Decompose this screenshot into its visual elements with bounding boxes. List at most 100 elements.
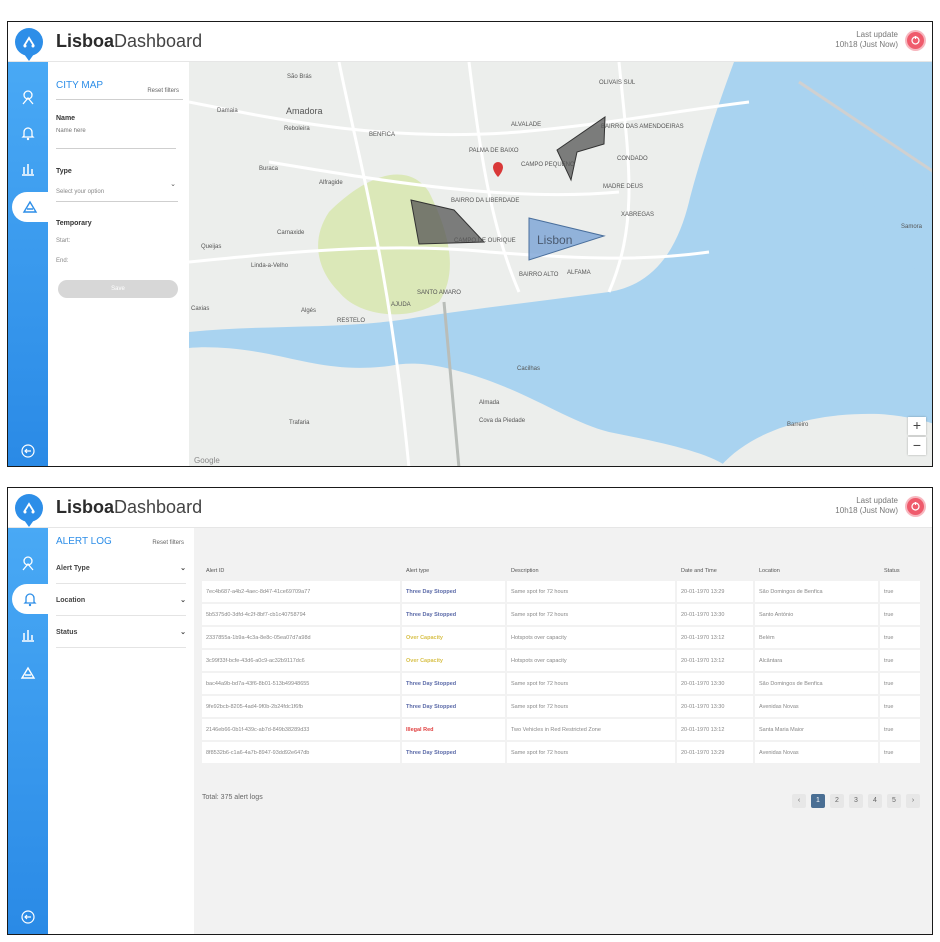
map-label: MADRE DEUS [603, 184, 644, 190]
page-button[interactable]: 5 [887, 794, 901, 808]
filter-location[interactable]: Location ⌄ [56, 586, 186, 616]
nav-stats-icon[interactable] [8, 154, 48, 184]
reset-filters-link[interactable]: Reset filters [152, 540, 184, 546]
filter-status[interactable]: Status ⌄ [56, 618, 186, 648]
table-row[interactable]: 2146eb66-0b1f-439c-ab7d-849b38289d33 Ille… [202, 719, 922, 740]
alert-type-cell: Three Day Stopped [402, 696, 507, 717]
description-cell: Same spot for 72 hours [507, 696, 677, 717]
logo-icon[interactable] [15, 494, 43, 527]
page-button[interactable]: 1 [811, 794, 825, 808]
table-row[interactable]: 7ec4b687-a4b2-4aec-8d47-41ce69709a77 Thre… [202, 581, 922, 602]
filter-alert-type[interactable]: Alert Type ⌄ [56, 554, 186, 584]
city-map-filters: CITY MAP Reset filters Name Type Select … [48, 62, 189, 466]
alert-id-cell: 5b5375d0-3dfd-4c2f-8bf7-cb1c40758794 [202, 604, 402, 625]
end-label: End: [56, 258, 69, 264]
datetime-cell: 20-01-1970 13:30 [677, 604, 755, 625]
table-row[interactable]: 9fe92bcb-8205-4ad4-9f0b-2b24fdc1f6fb Thre… [202, 696, 922, 717]
alert-status-icon[interactable] [907, 32, 924, 49]
column-header: Alert type [406, 568, 430, 574]
status-cell: true [880, 581, 922, 602]
map-label: Amadora [286, 106, 323, 116]
panel-title: CITY MAP [56, 80, 104, 91]
type-select[interactable]: Select your option ⌄ [56, 180, 178, 202]
table-row[interactable]: 3c99f33f-bcfe-43d6-a0c9-ac32b9117dc6 Over… [202, 650, 922, 671]
map-label: BENFICA [369, 132, 396, 138]
map-label: BAIRRO ALTO [519, 272, 559, 278]
alert-id-cell: bac44a9b-bd7a-43f6-8b01-513b49948655 [202, 673, 402, 694]
logout-icon[interactable] [8, 436, 48, 466]
filter-label: Location [56, 597, 86, 604]
table-row[interactable]: 8f8532b6-c1a6-4a7b-8947-93dd92e647db Thre… [202, 742, 922, 763]
map-label: RESTELO [337, 318, 366, 324]
save-button[interactable]: Save [58, 280, 178, 298]
map-label: Trafaria [289, 420, 310, 426]
map-label: Queijas [201, 244, 222, 250]
map-label: Cova da Piedade [479, 418, 526, 424]
column-header: Location [759, 568, 780, 574]
alert-type-cell: Three Day Stopped [402, 742, 507, 763]
prev-page-button[interactable]: ‹ [792, 794, 806, 808]
logout-icon[interactable] [8, 902, 48, 932]
nav-hotspots-icon[interactable] [8, 82, 48, 112]
column-header: Status [884, 568, 900, 574]
nav-map-icon[interactable] [8, 658, 48, 688]
map-label: Caxias [191, 306, 210, 312]
start-label: Start: [56, 238, 71, 244]
alert-id-cell: 2337855a-1b9a-4c3a-8e8c-05ea07d7a98d [202, 627, 402, 648]
map-label: Cacilhas [517, 366, 541, 372]
location-cell: São Domingos de Benfica [755, 581, 880, 602]
status-cell: true [880, 604, 922, 625]
nav-alerts-icon[interactable] [8, 118, 48, 148]
map-label: CAMPO PEQUENO [521, 162, 575, 168]
nav-map-icon[interactable] [12, 192, 48, 222]
datetime-cell: 20-01-1970 13:29 [677, 581, 755, 602]
map-label: Almada [479, 400, 500, 406]
nav-stats-icon[interactable] [8, 620, 48, 650]
nav-hotspots-icon[interactable] [8, 548, 48, 578]
last-update: Last update 10h18 (Just Now) [835, 30, 898, 50]
chevron-down-icon: ⌄ [180, 629, 186, 636]
map-attribution: Google [194, 456, 220, 465]
map-label: São Brás [287, 74, 312, 80]
last-update-value: 10h18 (Just Now) [835, 40, 898, 49]
city-map[interactable]: Lisbon Amadora Reboleira BENFICA Damaia … [189, 62, 932, 466]
city-map-screen: LisboaDashboard Last update 10h18 (Just … [7, 21, 933, 467]
page-button[interactable]: 4 [868, 794, 882, 808]
map-label: CONDADO [617, 156, 648, 162]
map-label: Linda-a-Velho [251, 263, 289, 269]
alerts-table: Alert ID Alert type Description Date and… [202, 566, 922, 765]
map-label: ALVALADE [511, 122, 542, 128]
alert-type-cell: Over Capacity [402, 650, 507, 671]
reset-filters-link[interactable]: Reset filters [147, 88, 179, 94]
location-cell: São Domingos de Benfica [755, 673, 880, 694]
alert-type-cell: Three Day Stopped [402, 581, 507, 602]
table-row[interactable]: 5b5375d0-3dfd-4c2f-8bf7-cb1c40758794 Thre… [202, 604, 922, 625]
table-row[interactable]: bac44a9b-bd7a-43f6-8b01-513b49948655 Thre… [202, 673, 922, 694]
page-button[interactable]: 2 [830, 794, 844, 808]
alert-status-icon[interactable] [907, 498, 924, 515]
divider [56, 99, 183, 100]
name-input[interactable] [56, 128, 176, 149]
page-button[interactable]: 3 [849, 794, 863, 808]
map-label: Samora [901, 224, 923, 230]
location-cell: Avenidas Novas [755, 696, 880, 717]
logo-icon[interactable] [15, 28, 43, 61]
description-cell: Same spot for 72 hours [507, 742, 677, 763]
app-brand: LisboaDashboard [56, 497, 203, 517]
map-label: AJUDA [391, 302, 411, 308]
temporary-label: Temporary [56, 220, 92, 227]
map-label: Buraca [259, 166, 279, 172]
zoom-out-button[interactable]: − [908, 437, 926, 455]
table-row[interactable]: 2337855a-1b9a-4c3a-8e8c-05ea07d7a98d Over… [202, 627, 922, 648]
city-label: Lisbon [537, 233, 573, 247]
location-cell: Santo António [755, 604, 880, 625]
map-label: OLIVAIS SUL [599, 80, 636, 86]
next-page-button[interactable]: › [906, 794, 920, 808]
side-nav [8, 62, 48, 466]
alert-id-cell: 7ec4b687-a4b2-4aec-8d47-41ce69709a77 [202, 581, 402, 602]
map-label: Carnaxide [277, 230, 305, 236]
top-bar: LisboaDashboard Last update 10h18 (Just … [8, 488, 932, 528]
zoom-in-button[interactable]: + [908, 417, 926, 435]
panel-title: ALERT LOG [56, 536, 112, 547]
nav-alerts-icon[interactable] [12, 584, 48, 614]
